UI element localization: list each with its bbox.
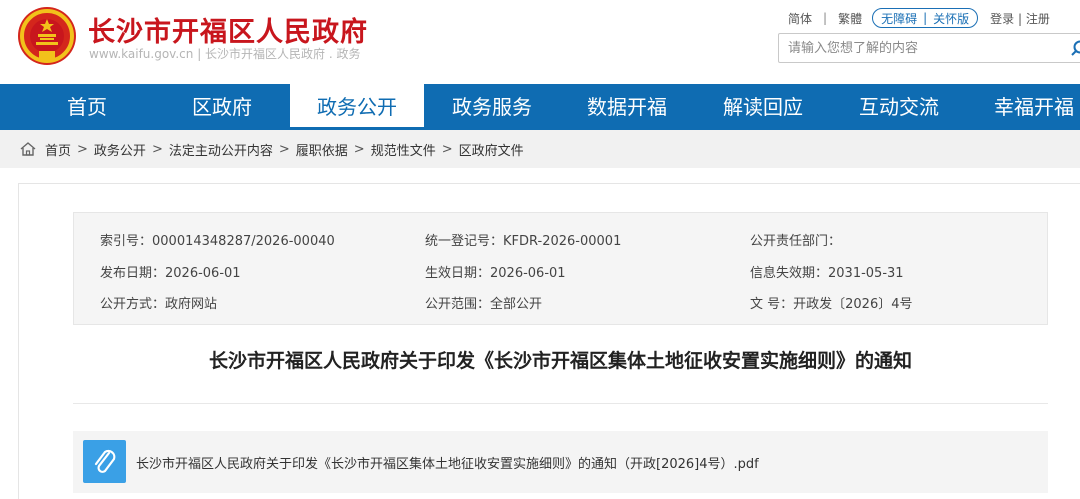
meta-reg-no: 统一登记号：KFDR-2026-00001 — [425, 234, 622, 249]
breadcrumb-separator: > — [353, 141, 365, 157]
meta-expiry-date: 信息失效期：2031-05-31 — [750, 266, 904, 281]
site-header: 长沙市开福区人民政府 www.kaifu.gov.cn | 长沙市开福区人民政府… — [0, 0, 1080, 84]
breadcrumb-item[interactable]: 规范性文件 — [371, 140, 436, 159]
meta-publish-method: 公开方式：政府网站 — [100, 297, 218, 312]
meta-doc-no: 文 号：开政发〔2026〕4号 — [750, 297, 913, 312]
meta-index-no: 索引号：000014348287/2026-00040 — [100, 234, 335, 249]
pill-separator: | — [923, 11, 928, 25]
traditional-link[interactable]: 繁體 — [838, 10, 862, 27]
breadcrumb-item[interactable]: 政务公开 — [94, 140, 146, 159]
main-nav: 首页 区政府 政务公开 政务服务 数据开福 解读回应 互动交流 幸福开福 — [0, 84, 1080, 130]
accessible-link[interactable]: 无障碍 — [881, 10, 917, 27]
breadcrumb-item[interactable]: 首页 — [45, 140, 71, 159]
breadcrumb-separator: > — [441, 141, 453, 157]
search-box — [778, 33, 1080, 63]
breadcrumb-item[interactable]: 区政府文件 — [459, 140, 524, 159]
nav-item-gov-services[interactable]: 政务服务 — [433, 84, 551, 130]
breadcrumb-item[interactable]: 法定主动公开内容 — [169, 140, 273, 159]
search-input[interactable] — [779, 34, 1059, 62]
title-divider — [73, 403, 1048, 404]
care-mode-link[interactable]: 关怀版 — [933, 10, 969, 27]
login-register-link[interactable]: 登录 | 注册 — [990, 10, 1050, 27]
home-icon — [20, 142, 36, 156]
nav-item-interaction[interactable]: 互动交流 — [840, 84, 958, 130]
document-title: 长沙市开福区人民政府关于印发《长沙市开福区集体土地征收安置实施细则》的通知 — [208, 350, 912, 372]
search-icon[interactable] — [1071, 40, 1080, 56]
breadcrumb-separator: > — [278, 141, 290, 157]
link-separator: | — [823, 11, 828, 25]
nav-item-data[interactable]: 数据开福 — [568, 84, 686, 130]
breadcrumb-item[interactable]: 履职依据 — [296, 140, 348, 159]
meta-publish-date: 发布日期：2026-06-01 — [100, 266, 241, 281]
paperclip-icon — [94, 449, 116, 473]
accessibility-pill: 无障碍 | 关怀版 — [872, 8, 979, 28]
attachment-icon-box — [83, 440, 126, 483]
breadcrumb-separator: > — [151, 141, 163, 157]
nav-item-gov-affairs[interactable]: 政务公开 — [290, 84, 424, 130]
attachment-row[interactable]: 长沙市开福区人民政府关于印发《长沙市开福区集体土地征收安置实施细则》的通知（开政… — [73, 431, 1048, 493]
site-subtitle: www.kaifu.gov.cn | 长沙市开福区人民政府 . 政务 — [89, 47, 361, 61]
national-emblem-icon[interactable] — [17, 6, 77, 66]
breadcrumb: 首页 > 政务公开 > 法定主动公开内容 > 履职依据 > 规范性文件 > 区政… — [0, 130, 1080, 168]
attachment-link[interactable]: 长沙市开福区人民政府关于印发《长沙市开福区集体土地征收安置实施细则》的通知（开政… — [136, 453, 759, 472]
simplified-link[interactable]: 简体 — [788, 10, 812, 27]
breadcrumb-separator: > — [77, 141, 88, 157]
site-title[interactable]: 长沙市开福区人民政府 — [88, 10, 368, 49]
nav-item-district-gov[interactable]: 区政府 — [163, 84, 281, 130]
meta-publish-scope: 公开范围：全部公开 — [425, 297, 543, 312]
meta-dept: 公开责任部门： — [750, 234, 842, 249]
nav-item-home[interactable]: 首页 — [28, 84, 146, 130]
nav-item-interpretation[interactable]: 解读回应 — [704, 84, 822, 130]
meta-effective-date: 生效日期：2026-06-01 — [425, 266, 566, 281]
top-links: 简体 | 繁體 无障碍 | 关怀版 登录 | 注册 — [788, 8, 1050, 28]
nav-item-happy-kaifu[interactable]: 幸福开福 — [975, 84, 1080, 130]
